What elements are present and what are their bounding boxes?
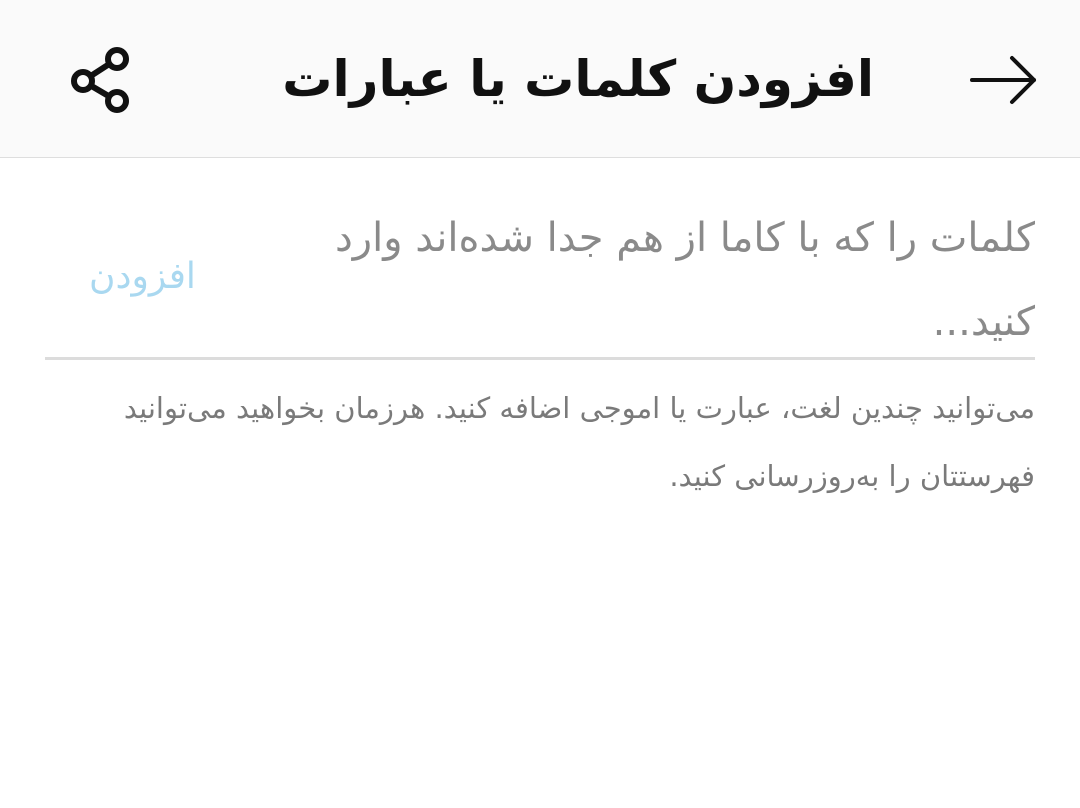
back-button[interactable]: [966, 42, 1042, 118]
share-icon: [71, 47, 129, 113]
words-input[interactable]: [275, 196, 1035, 356]
page-title: افزودن کلمات یا عبارات: [282, 50, 874, 108]
arrow-right-icon: [970, 56, 1036, 104]
header-bar: افزودن کلمات یا عبارات: [0, 0, 1080, 158]
help-text: می‌توانید چندین لغت، عبارت یا اموجی اضاف…: [123, 391, 1035, 493]
words-input-area: افزودن: [45, 196, 1035, 360]
share-button[interactable]: [60, 40, 140, 120]
add-button[interactable]: افزودن: [89, 256, 196, 297]
